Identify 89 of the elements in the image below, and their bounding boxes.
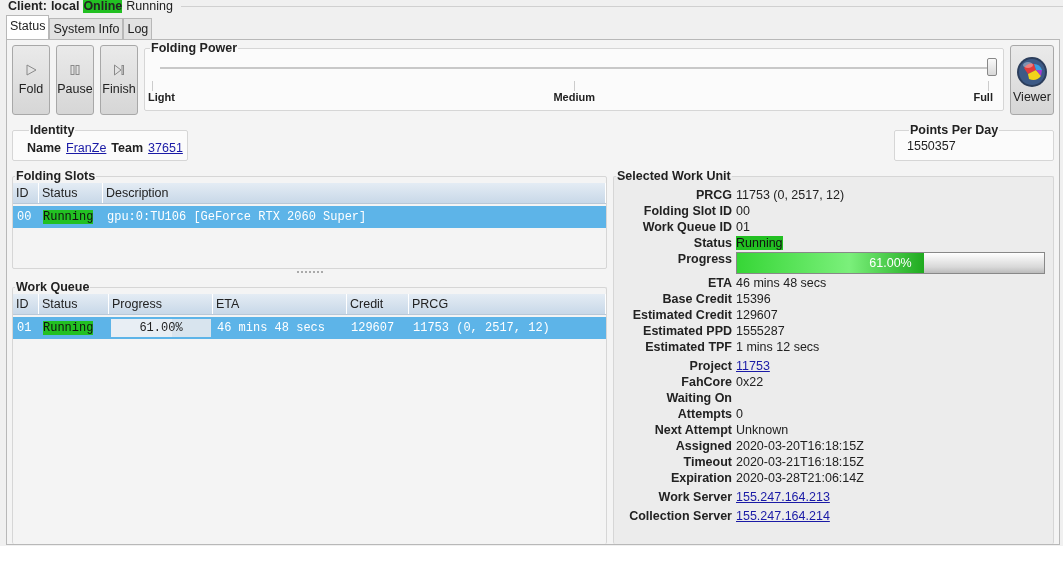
status-text: Running — [736, 236, 783, 250]
team-link[interactable]: 37651 — [148, 140, 183, 155]
table-row[interactable]: 00 Running gpu:0:TU106 [GeForce RTX 2060 Super] — [13, 206, 606, 228]
field-value: 11753 (0, 2517, 12) — [736, 188, 845, 202]
group-title: Selected Work Unit — [616, 169, 732, 183]
control-button[interactable]: Fold — [12, 45, 50, 115]
field-label: ETA — [706, 275, 732, 291]
column-header[interactable]: ETA — [213, 294, 347, 314]
slider-tick-label: Light — [148, 91, 175, 103]
progress-text: 61.00% — [139, 321, 183, 335]
field-value: 1 mins 12 secs — [736, 340, 820, 354]
field-label: Estimated Credit — [631, 307, 732, 323]
name-link[interactable]: FranZe — [66, 140, 107, 155]
field-value: 1555287 — [736, 324, 785, 338]
viewer-button[interactable]: Viewer — [1010, 45, 1054, 115]
field-value: 2020-03-21T16:18:15Z — [736, 455, 864, 469]
field-label: FahCore — [680, 374, 732, 390]
table-row[interactable]: 01 Running 61.00% 46 mins 48 secs 129607 11753 (0, 2517, 12) — [13, 317, 606, 339]
field-value: 15396 — [736, 292, 771, 306]
field-label: Project — [688, 358, 732, 374]
status-text: Running — [43, 321, 94, 335]
field-label: Attempts — [676, 406, 732, 422]
column-header[interactable]: Description — [103, 183, 606, 203]
tab[interactable]: Log — [123, 18, 153, 39]
pause-icon — [69, 64, 81, 76]
field-label: Work Server — [657, 489, 732, 505]
field-value: 2020-03-28T21:06:14Z — [736, 471, 864, 485]
field-link[interactable]: 155.247.164.213 — [736, 490, 830, 504]
table-cell-text: 46 mins 48 secs — [216, 321, 327, 335]
field-label: Collection Server — [628, 508, 732, 524]
field-value: 46 mins 48 secs — [736, 276, 827, 290]
field-label: Team — [111, 140, 144, 155]
field-link[interactable]: 11753 — [736, 359, 770, 373]
tab[interactable]: Status — [6, 15, 50, 39]
field-label: Estimated TPF — [644, 339, 732, 355]
field-value: 0 — [736, 407, 743, 421]
client-label: Client: — [8, 0, 47, 13]
slider-thumb[interactable] — [987, 58, 997, 76]
field-label: Progress — [676, 251, 732, 268]
field-value: 00 — [736, 204, 750, 218]
field-label: PRCG — [694, 187, 732, 203]
table-cell-text: gpu:0:TU106 [GeForce RTX 2060 Super] — [106, 210, 368, 224]
field-label: Expiration — [669, 470, 732, 486]
field-label: Status — [692, 235, 732, 251]
table-cell-text: 01 — [16, 321, 33, 335]
field-value: Unknown — [736, 423, 789, 437]
field-value: 0x22 — [736, 375, 764, 389]
slider-tick-label: Medium — [553, 91, 595, 103]
field-label: Work Queue ID — [641, 219, 732, 235]
group-title: Folding Slots — [15, 169, 97, 183]
slider-tick-label: Full — [973, 91, 993, 103]
field-link[interactable]: 155.247.164.214 — [736, 509, 830, 523]
field-label: Name — [27, 140, 62, 155]
column-header[interactable]: Status — [39, 294, 109, 314]
field-value: 2020-03-20T16:18:15Z — [736, 439, 864, 453]
field-label: Next Attempt — [653, 422, 732, 438]
points-value: 1550357 — [907, 139, 956, 153]
column-header[interactable]: Progress — [109, 294, 213, 314]
group-title: Points Per Day — [909, 123, 1000, 137]
play-icon — [25, 64, 37, 76]
table-cell-text: 11753 (0, 2517, 12) — [412, 321, 551, 335]
status-text: Running — [43, 210, 94, 224]
column-header[interactable]: ID — [13, 294, 39, 314]
field-label: Base Credit — [661, 291, 732, 307]
field-label: Folding Slot ID — [642, 203, 732, 219]
field-value: 01 — [736, 220, 750, 234]
column-header[interactable]: ID — [13, 183, 39, 203]
group-title: Work Queue — [15, 280, 91, 294]
table-cell-text: 00 — [16, 210, 33, 224]
group-title: Identity — [29, 123, 76, 137]
globe-icon — [1016, 56, 1048, 88]
group-title: Folding Power — [150, 41, 239, 55]
field-label: Estimated PPD — [642, 323, 732, 339]
client-status: Running — [126, 0, 173, 13]
client-state: Online — [83, 0, 123, 13]
skip-icon — [113, 64, 125, 76]
client-name: local — [50, 0, 80, 13]
tab[interactable]: System Info — [49, 18, 124, 39]
field-value: 129607 — [736, 308, 778, 322]
control-button[interactable]: Finish — [100, 45, 138, 115]
field-label: Assigned — [674, 438, 732, 454]
column-header[interactable]: PRCG — [409, 294, 606, 314]
control-button[interactable]: Pause — [56, 45, 94, 115]
table-cell-text: 129607 — [350, 321, 396, 335]
progress-text: 61.00% — [869, 255, 912, 271]
field-label: Timeout — [682, 454, 732, 470]
column-header[interactable]: Credit — [347, 294, 409, 314]
field-label: Waiting On — [665, 390, 732, 406]
column-header[interactable]: Status — [39, 183, 103, 203]
